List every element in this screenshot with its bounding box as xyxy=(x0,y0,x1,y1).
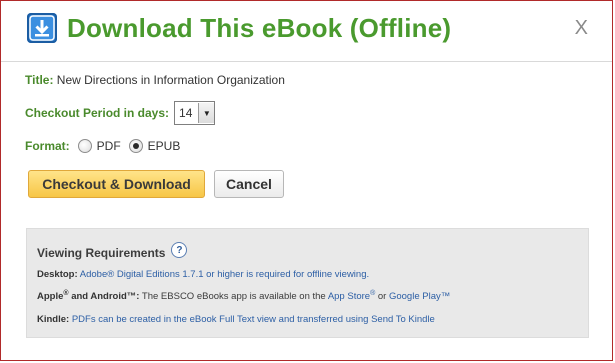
download-dialog: Download This eBook (Offline) X Title: N… xyxy=(0,0,613,361)
app-store-link[interactable]: App Store xyxy=(328,291,370,302)
kindle-link[interactable]: PDFs can be created in the eBook Full Te… xyxy=(72,314,435,325)
checkout-period-row: Checkout Period in days: 14 ▼ xyxy=(25,101,216,125)
apple-label: Apple® and Android™: xyxy=(37,290,140,303)
download-icon xyxy=(27,13,57,43)
format-label: Format: xyxy=(25,139,70,153)
cancel-button[interactable]: Cancel xyxy=(214,170,284,198)
desktop-link[interactable]: Adobe® Digital Editions 1.7.1 or higher … xyxy=(80,269,369,280)
book-title-value: New Directions in Information Organizati… xyxy=(56,73,285,87)
kindle-label: Kindle: xyxy=(37,314,70,325)
viewing-requirements-title: Viewing Requirements ? xyxy=(37,242,188,261)
format-epub-radio[interactable] xyxy=(128,139,143,153)
kindle-requirement: Kindle: PDFs can be created in the eBook… xyxy=(37,314,435,325)
dialog-header: Download This eBook (Offline) X xyxy=(1,1,612,62)
viewing-requirements-panel: Viewing Requirements ? Desktop: Adobe® D… xyxy=(26,228,589,338)
chevron-down-icon[interactable]: ▼ xyxy=(198,103,215,123)
apple-label-mid: and Android™: xyxy=(68,291,140,303)
format-pdf-radio[interactable] xyxy=(77,139,92,153)
dialog-title: Download This eBook (Offline) xyxy=(67,13,452,43)
google-play-link[interactable]: Google Play™ xyxy=(389,291,450,302)
checkout-period-select[interactable]: 14 ▼ xyxy=(174,101,216,125)
checkout-download-button[interactable]: Checkout & Download xyxy=(28,170,205,198)
format-row: Format: PDF EPUB xyxy=(25,139,180,153)
checkout-period-label: Checkout Period in days: xyxy=(25,106,170,120)
checkout-period-value: 14 xyxy=(179,106,193,120)
or-text: or xyxy=(375,291,389,303)
help-icon[interactable]: ? xyxy=(171,242,188,258)
viewing-requirements-heading: Viewing Requirements xyxy=(37,246,166,260)
apple-label-prefix: Apple xyxy=(37,291,64,303)
desktop-label: Desktop: xyxy=(37,269,78,280)
mobile-requirement: Apple® and Android™: The EBSCO eBooks ap… xyxy=(37,290,450,302)
close-icon[interactable]: X xyxy=(575,17,588,40)
book-title-label: Title: xyxy=(25,73,54,87)
book-title-row: Title: New Directions in Information Org… xyxy=(25,73,285,87)
format-pdf-label[interactable]: PDF xyxy=(97,139,121,153)
mobile-text: The EBSCO eBooks app is available on the xyxy=(139,291,328,303)
desktop-requirement: Desktop: Adobe® Digital Editions 1.7.1 o… xyxy=(37,269,369,280)
format-epub-label[interactable]: EPUB xyxy=(148,139,181,153)
